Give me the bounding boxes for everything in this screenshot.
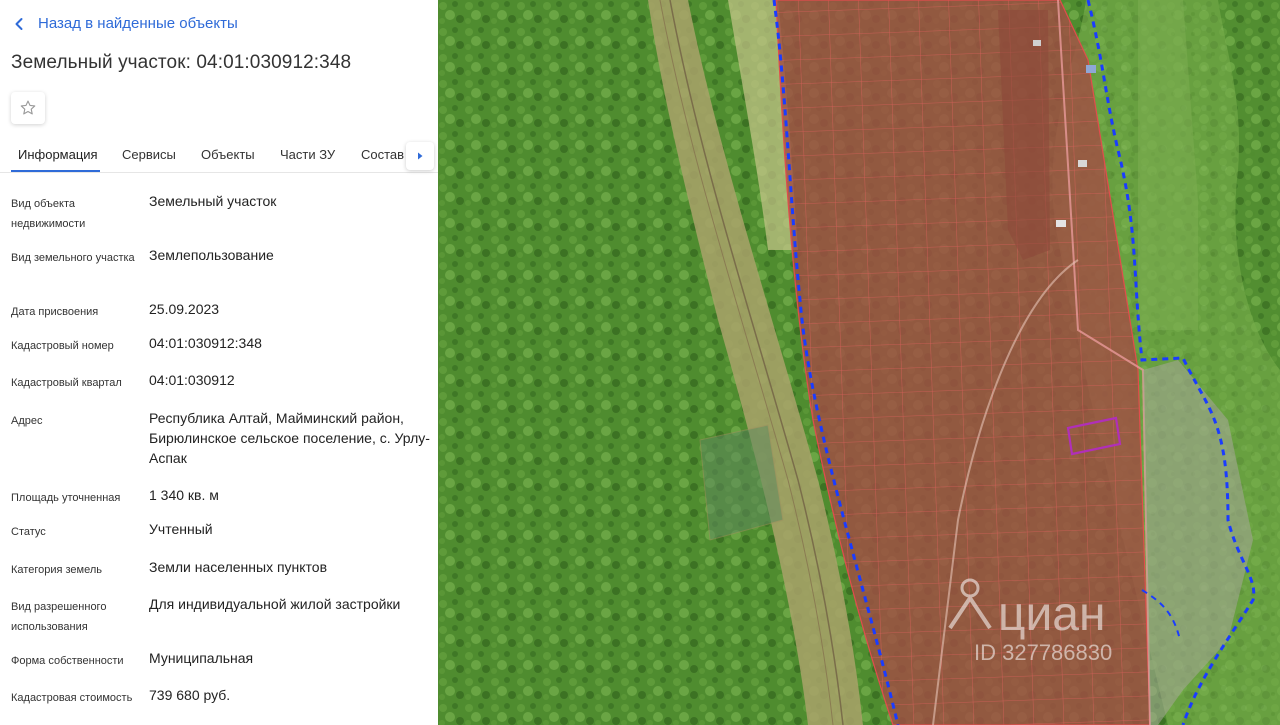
field-value: 04:01:030912 — [149, 372, 235, 388]
field-value: Для индивидуальной жилой застройки — [149, 596, 401, 612]
field-label: Вид разрешенного использования — [11, 601, 107, 633]
back-link-label: Назад в найденные объекты — [38, 15, 238, 32]
field-value: Земли населенных пунктов — [149, 559, 328, 575]
field-label: Вид земельного участка — [11, 252, 135, 264]
tab-composition[interactable]: Состав — [361, 147, 404, 162]
small-parcel — [699, 424, 784, 541]
field-label: Статус — [11, 526, 46, 538]
field-value: Республика Алтай, Майминский район, Бирю… — [149, 410, 430, 466]
tab-parcel-parts[interactable]: Части ЗУ — [280, 147, 335, 162]
field-label: Кадастровый квартал — [11, 377, 122, 389]
chevron-right-icon — [418, 152, 423, 160]
field-label: Адрес — [11, 415, 43, 427]
house — [1078, 160, 1087, 167]
chevron-left-icon — [15, 17, 23, 30]
info-panel: Назад в найденные объекты Земельный учас… — [0, 0, 438, 725]
field-value: 739 680 руб. — [149, 687, 231, 703]
tabs-scroll-right-button[interactable] — [406, 142, 434, 170]
watermark-id: ID 327786830 — [974, 640, 1112, 665]
watermark-brand: циан — [998, 588, 1106, 641]
tab-bar: Информация Сервисы Объекты Части ЗУ Сост… — [0, 138, 438, 173]
active-tab-indicator — [11, 170, 100, 172]
house — [1086, 65, 1096, 73]
back-link[interactable]: Назад в найденные объекты — [14, 15, 238, 32]
house — [1056, 220, 1066, 227]
field-label: Дата присвоения — [11, 306, 99, 318]
field-label: Категория земель — [11, 564, 102, 576]
field-label: Кадастровый номер — [11, 340, 114, 352]
field-value: Земельный участок — [149, 193, 277, 209]
page-title: Земельный участок: 04:01:030912:348 — [11, 52, 352, 73]
field-label: Вид объекта недвижимости — [11, 198, 86, 230]
field-value: Учтенный — [149, 521, 213, 537]
field-value: Муниципальная — [149, 650, 254, 666]
favorite-button[interactable] — [11, 92, 45, 124]
house — [1033, 40, 1041, 46]
field-label: Площадь уточненная — [11, 492, 121, 504]
cadastral-map[interactable]: циан ID 327786830 — [438, 0, 1280, 725]
tab-services[interactable]: Сервисы — [122, 147, 176, 162]
star-icon — [20, 100, 36, 115]
field-label: Кадастровая стоимость — [11, 692, 133, 704]
field-label: Форма собственности — [11, 655, 124, 667]
tab-info[interactable]: Информация — [18, 147, 98, 162]
field-value: 04:01:030912:348 — [149, 335, 262, 351]
tab-objects[interactable]: Объекты — [201, 147, 255, 162]
field-value: 1 340 кв. м — [149, 487, 219, 503]
field-value: 25.09.2023 — [149, 301, 220, 317]
map-canvas[interactable]: циан ID 327786830 — [438, 0, 1280, 725]
field-value: Землепользование — [149, 247, 274, 263]
